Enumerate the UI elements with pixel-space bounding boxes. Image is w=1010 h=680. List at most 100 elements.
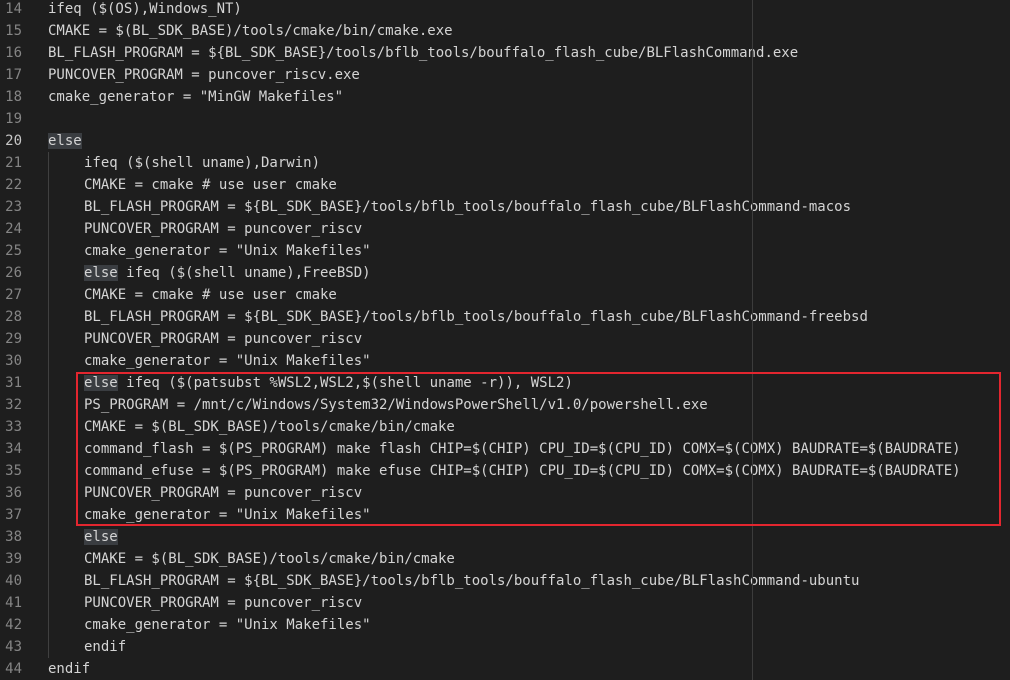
line-number: 28 xyxy=(5,309,22,325)
code-text-content: CMAKE = $(BL_SDK_BASE)/tools/cmake/bin/c… xyxy=(84,419,455,435)
code-text: PUNCOVER_PROGRAM = puncover_riscv xyxy=(84,218,362,240)
code-text-content: BL_FLASH_PROGRAM = ${BL_SDK_BASE}/tools/… xyxy=(84,199,852,215)
indent-guide xyxy=(48,152,49,174)
code-line[interactable]: 24 PUNCOVER_PROGRAM = puncover_riscv xyxy=(0,218,1010,240)
code-text: cmake_generator = "Unix Makefiles" xyxy=(84,504,371,526)
code-text-content: command_flash = $(PS_PROGRAM) make flash… xyxy=(84,441,961,457)
code-text-content: endif xyxy=(48,661,91,677)
code-text-content: PS_PROGRAM = /mnt/c/Windows/System32/Win… xyxy=(84,397,708,413)
code-line[interactable]: 18 cmake_generator = "MinGW Makefiles" xyxy=(0,86,1010,108)
line-number: 19 xyxy=(5,111,22,127)
code-text-content: CMAKE = $(BL_SDK_BASE)/tools/cmake/bin/c… xyxy=(84,551,455,567)
code-line[interactable]: 38 else xyxy=(0,526,1010,548)
code-text: CMAKE = $(BL_SDK_BASE)/tools/cmake/bin/c… xyxy=(48,20,453,42)
code-text: PS_PROGRAM = /mnt/c/Windows/System32/Win… xyxy=(84,394,708,416)
code-text: endif xyxy=(48,658,90,680)
code-text: BL_FLASH_PROGRAM = ${BL_SDK_BASE}/tools/… xyxy=(84,306,868,328)
line-number: 36 xyxy=(5,485,22,501)
code-line[interactable]: 21 ifeq ($(shell uname),Darwin) xyxy=(0,152,1010,174)
code-text: PUNCOVER_PROGRAM = puncover_riscv xyxy=(84,592,362,614)
code-line[interactable]: 15 CMAKE = $(BL_SDK_BASE)/tools/cmake/bin… xyxy=(0,20,1010,42)
code-line[interactable]: 29 PUNCOVER_PROGRAM = puncover_riscv xyxy=(0,328,1010,350)
line-number: 27 xyxy=(5,287,22,303)
code-text-content: BL_FLASH_PROGRAM = ${BL_SDK_BASE}/tools/… xyxy=(84,309,868,325)
code-line[interactable]: 16 BL_FLASH_PROGRAM = ${BL_SDK_BASE}/tool… xyxy=(0,42,1010,64)
code-line[interactable]: 32 PS_PROGRAM = /mnt/c/Windows/System32/W… xyxy=(0,394,1010,416)
code-text-content: PUNCOVER_PROGRAM = puncover_riscv xyxy=(84,485,363,501)
indent-guide xyxy=(48,328,49,350)
code-text: cmake_generator = "Unix Makefiles" xyxy=(84,350,371,372)
code-text-content: ifeq ($(patsubst %WSL2,WSL2,$(shell unam… xyxy=(117,375,573,391)
line-number: 38 xyxy=(5,529,22,545)
code-line[interactable]: 14 ifeq ($(OS),Windows_NT) xyxy=(0,0,1010,20)
code-line[interactable]: 40 BL_FLASH_PROGRAM = ${BL_SDK_BASE}/tool… xyxy=(0,570,1010,592)
code-line[interactable]: 39 CMAKE = $(BL_SDK_BASE)/tools/cmake/bin… xyxy=(0,548,1010,570)
code-text-content: command_efuse = $(PS_PROGRAM) make efuse… xyxy=(84,463,961,479)
code-line[interactable]: 23 BL_FLASH_PROGRAM = ${BL_SDK_BASE}/tool… xyxy=(0,196,1010,218)
code-line[interactable]: 20 else xyxy=(0,130,1010,152)
line-number: 43 xyxy=(5,639,22,655)
code-text: else xyxy=(48,130,82,152)
code-line[interactable]: 27 CMAKE = cmake # use user cmake xyxy=(0,284,1010,306)
code-line[interactable]: 35 command_efuse = $(PS_PROGRAM) make efu… xyxy=(0,460,1010,482)
column-ruler xyxy=(752,0,753,680)
code-text-content: CMAKE = cmake # use user cmake xyxy=(84,287,337,303)
indent-guide xyxy=(48,482,49,504)
code-line[interactable]: 41 PUNCOVER_PROGRAM = puncover_riscv xyxy=(0,592,1010,614)
indent-guide xyxy=(48,592,49,614)
keyword-highlight: else xyxy=(84,375,118,391)
line-number: 35 xyxy=(5,463,22,479)
line-number: 16 xyxy=(5,45,22,61)
code-line[interactable]: 30 cmake_generator = "Unix Makefiles" xyxy=(0,350,1010,372)
code-line[interactable]: 37 cmake_generator = "Unix Makefiles" xyxy=(0,504,1010,526)
code-line[interactable]: 25 cmake_generator = "Unix Makefiles" xyxy=(0,240,1010,262)
code-text: else xyxy=(84,526,118,548)
code-line[interactable]: 31 else ifeq ($(patsubst %WSL2,WSL2,$(she… xyxy=(0,372,1010,394)
code-line[interactable]: 44 endif xyxy=(0,658,1010,680)
code-text: CMAKE = cmake # use user cmake xyxy=(84,174,337,196)
code-text: BL_FLASH_PROGRAM = ${BL_SDK_BASE}/tools/… xyxy=(84,196,851,218)
code-line[interactable]: 43 endif xyxy=(0,636,1010,658)
line-number: 17 xyxy=(5,67,22,83)
code-line[interactable]: 22 CMAKE = cmake # use user cmake xyxy=(0,174,1010,196)
indent-guide xyxy=(48,306,49,328)
code-text: CMAKE = cmake # use user cmake xyxy=(84,284,337,306)
code-text: BL_FLASH_PROGRAM = ${BL_SDK_BASE}/tools/… xyxy=(48,42,798,64)
code-text-content: BL_FLASH_PROGRAM = ${BL_SDK_BASE}/tools/… xyxy=(48,45,799,61)
code-text: PUNCOVER_PROGRAM = puncover_riscv xyxy=(84,482,362,504)
code-text-content: ifeq ($(OS),Windows_NT) xyxy=(48,1,242,17)
line-number: 41 xyxy=(5,595,22,611)
indent-guide xyxy=(48,284,49,306)
code-text-content: cmake_generator = "Unix Makefiles" xyxy=(84,353,371,369)
code-text-content: CMAKE = cmake # use user cmake xyxy=(84,177,337,193)
line-number: 40 xyxy=(5,573,22,589)
line-number: 26 xyxy=(5,265,22,281)
indent-guide xyxy=(48,504,49,526)
code-line[interactable]: 19 xyxy=(0,108,1010,130)
indent-guide xyxy=(48,460,49,482)
code-lines[interactable]: 14 ifeq ($(OS),Windows_NT) 15 CMAKE = $(BL_… xyxy=(0,0,1010,680)
code-text-content: cmake_generator = "Unix Makefiles" xyxy=(84,243,371,259)
line-number: 21 xyxy=(5,155,22,171)
code-line[interactable]: 36 PUNCOVER_PROGRAM = puncover_riscv xyxy=(0,482,1010,504)
line-number: 33 xyxy=(5,419,22,435)
indent-guide xyxy=(48,218,49,240)
line-number: 37 xyxy=(5,507,22,523)
code-text-content: PUNCOVER_PROGRAM = puncover_riscv xyxy=(84,221,363,237)
code-line[interactable]: 28 BL_FLASH_PROGRAM = ${BL_SDK_BASE}/tool… xyxy=(0,306,1010,328)
code-line[interactable]: 34 command_flash = $(PS_PROGRAM) make fla… xyxy=(0,438,1010,460)
code-text: else ifeq ($(shell uname),FreeBSD) xyxy=(84,262,371,284)
code-line[interactable]: 42 cmake_generator = "Unix Makefiles" xyxy=(0,614,1010,636)
code-text: cmake_generator = "Unix Makefiles" xyxy=(84,240,371,262)
line-number: 15 xyxy=(5,23,22,39)
code-text: ifeq ($(OS),Windows_NT) xyxy=(48,0,242,20)
line-number: 30 xyxy=(5,353,22,369)
code-line[interactable]: 26 else ifeq ($(shell uname),FreeBSD) xyxy=(0,262,1010,284)
code-editor[interactable]: 14 ifeq ($(OS),Windows_NT) 15 CMAKE = $(BL_… xyxy=(0,0,1010,680)
code-line[interactable]: 17 PUNCOVER_PROGRAM = puncover_riscv.exe xyxy=(0,64,1010,86)
code-text-content: cmake_generator = "Unix Makefiles" xyxy=(84,507,371,523)
code-line[interactable]: 33 CMAKE = $(BL_SDK_BASE)/tools/cmake/bin… xyxy=(0,416,1010,438)
code-text: command_efuse = $(PS_PROGRAM) make efuse… xyxy=(84,460,961,482)
code-text: endif xyxy=(84,636,126,658)
line-number: 18 xyxy=(5,89,22,105)
